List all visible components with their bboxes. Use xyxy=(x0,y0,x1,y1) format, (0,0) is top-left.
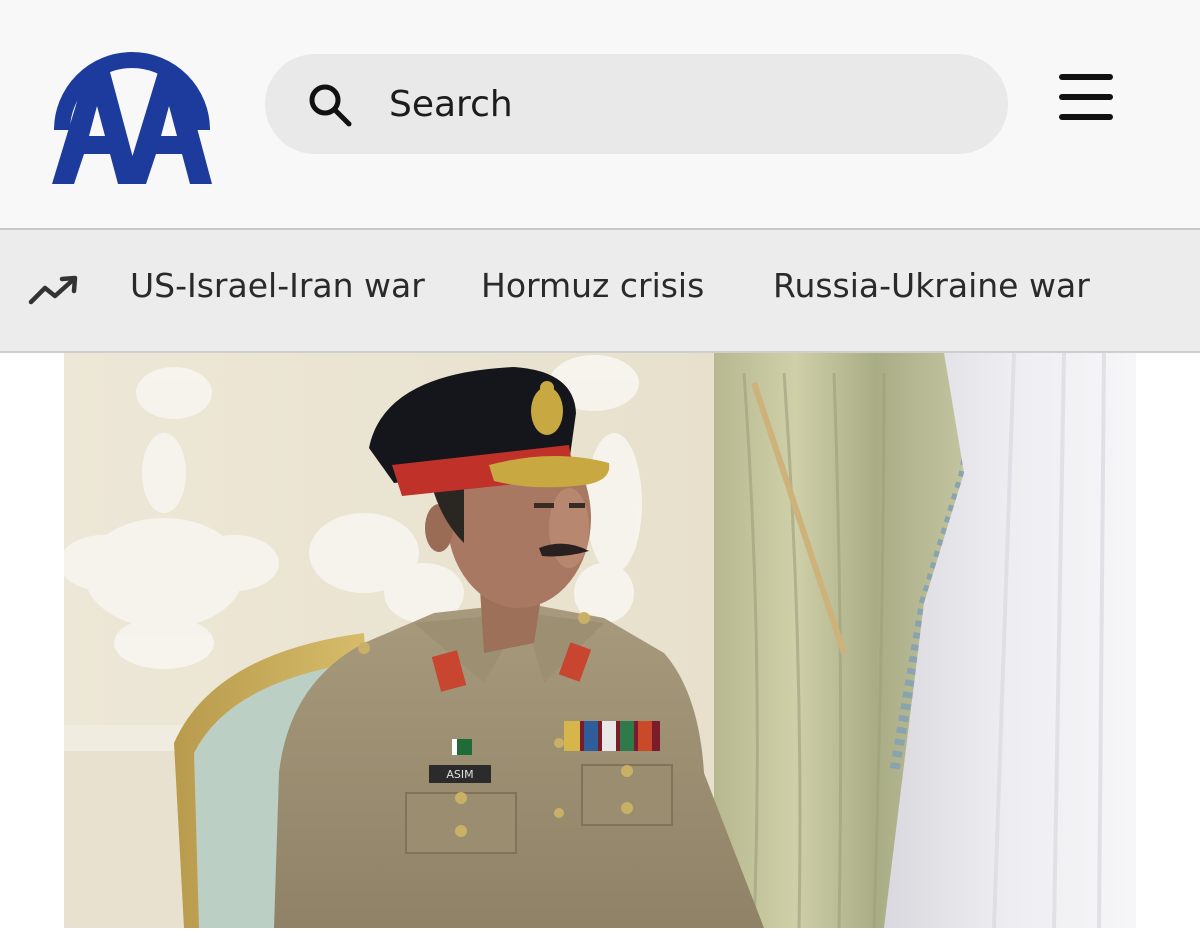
photo-name-tag-text: ASIM xyxy=(446,768,473,781)
site-header xyxy=(0,0,1200,228)
hamburger-menu-icon xyxy=(1059,74,1113,80)
trending-up-icon xyxy=(28,274,80,308)
hamburger-line-bottom xyxy=(1059,114,1113,120)
hamburger-line-middle xyxy=(1059,94,1113,100)
article-content: ASIM xyxy=(0,353,1200,952)
trending-bar: US-Israel-Iran war Hormuz crisis Russia-… xyxy=(0,230,1200,351)
search-bar[interactable] xyxy=(265,54,1008,154)
trend-link-us-israel-iran-war[interactable]: US-Israel-Iran war xyxy=(130,264,425,308)
menu-button[interactable] xyxy=(1055,68,1117,128)
aa-logo[interactable] xyxy=(48,20,216,188)
article-photo[interactable]: ASIM xyxy=(64,353,1136,928)
trend-link-hormuz-crisis[interactable]: Hormuz crisis xyxy=(481,264,704,308)
search-input[interactable] xyxy=(389,54,949,154)
search-icon[interactable] xyxy=(305,80,355,130)
trend-link-russia-ukraine-war[interactable]: Russia-Ukraine war xyxy=(773,264,1090,308)
